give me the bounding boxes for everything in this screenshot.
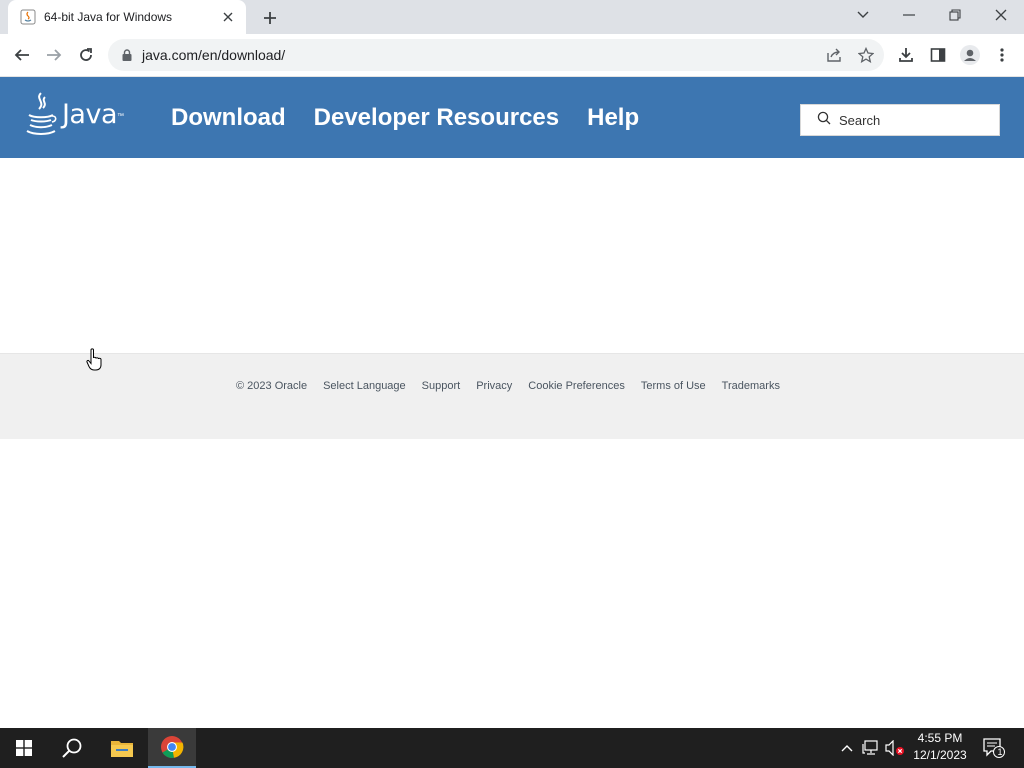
clock-time: 4:55 PM (917, 731, 963, 745)
tab-title: 64-bit Java for Windows (44, 10, 173, 24)
restore-icon[interactable] (932, 0, 978, 30)
chrome-icon[interactable] (148, 728, 196, 768)
notification-center-icon[interactable]: 1 (982, 738, 1006, 758)
network-icon[interactable] (861, 738, 881, 758)
footer-cookie-preferences-link[interactable]: Cookie Preferences (528, 380, 625, 392)
main-nav: Download Developer Resources Help (171, 104, 639, 132)
back-icon[interactable] (8, 41, 36, 69)
downloads-icon[interactable] (892, 41, 920, 69)
lock-icon[interactable] (120, 48, 134, 62)
system-clock[interactable]: 4:55 PM 12/1/2023 (906, 730, 974, 766)
site-search-box[interactable]: Search (800, 104, 1000, 136)
footer-trademarks-link[interactable]: Trademarks (722, 380, 780, 392)
java-logo-text: Java (61, 98, 118, 130)
tray-chevron-up-icon[interactable] (837, 738, 857, 758)
notification-count-badge: 1 (997, 747, 1003, 757)
tab-search-chevron-icon[interactable] (840, 0, 886, 30)
side-panel-icon[interactable] (924, 41, 952, 69)
java-logo[interactable]: Java ™ (24, 89, 124, 139)
address-bar[interactable]: java.com/en/download/ (108, 39, 884, 71)
footer-links: © 2023 Oracle Select Language Support Pr… (236, 380, 780, 392)
windows-start-icon[interactable] (0, 728, 48, 768)
forward-icon[interactable] (40, 41, 68, 69)
volume-muted-icon[interactable] (885, 738, 905, 758)
java-logo-trademark: ™ (117, 112, 124, 120)
footer-copyright: © 2023 Oracle (236, 380, 308, 392)
java-cup-icon (26, 92, 57, 135)
site-footer: © 2023 Oracle Select Language Support Pr… (0, 353, 1024, 439)
browser-tab-active[interactable]: 64-bit Java for Windows (8, 0, 246, 34)
footer-support-link[interactable]: Support (422, 380, 461, 392)
windows-taskbar: 4:55 PM 12/1/2023 1 (0, 728, 1024, 768)
footer-privacy-link[interactable]: Privacy (476, 380, 512, 392)
hand-cursor-icon (86, 348, 102, 371)
browser-tabstrip: 64-bit Java for Windows (0, 0, 1024, 34)
address-url[interactable]: java.com/en/download/ (142, 47, 285, 63)
search-input[interactable]: Search (839, 113, 880, 128)
browser-toolbar: java.com/en/download/ (0, 34, 1024, 77)
file-explorer-icon[interactable] (98, 728, 146, 768)
profile-avatar-icon[interactable] (956, 41, 984, 69)
close-window-icon[interactable] (978, 0, 1024, 30)
clock-date: 12/1/2023 (913, 748, 967, 762)
footer-select-language-link[interactable]: Select Language (323, 380, 406, 392)
site-header: Java ™ Download Developer Resources Help… (0, 77, 1024, 158)
bookmark-star-icon[interactable] (854, 43, 878, 67)
nav-help-link[interactable]: Help (587, 104, 639, 132)
java-favicon-icon (20, 9, 36, 25)
browser-menu-icon[interactable] (988, 41, 1016, 69)
nav-developer-resources-link[interactable]: Developer Resources (314, 104, 559, 132)
reload-icon[interactable] (72, 41, 100, 69)
minimize-icon[interactable] (886, 0, 932, 30)
new-tab-icon[interactable] (258, 6, 282, 30)
share-icon[interactable] (822, 43, 846, 67)
search-icon (817, 111, 831, 130)
search-icon[interactable] (48, 728, 96, 768)
tab-close-icon[interactable] (218, 7, 238, 27)
footer-terms-of-use-link[interactable]: Terms of Use (641, 380, 706, 392)
nav-download-link[interactable]: Download (171, 104, 286, 132)
